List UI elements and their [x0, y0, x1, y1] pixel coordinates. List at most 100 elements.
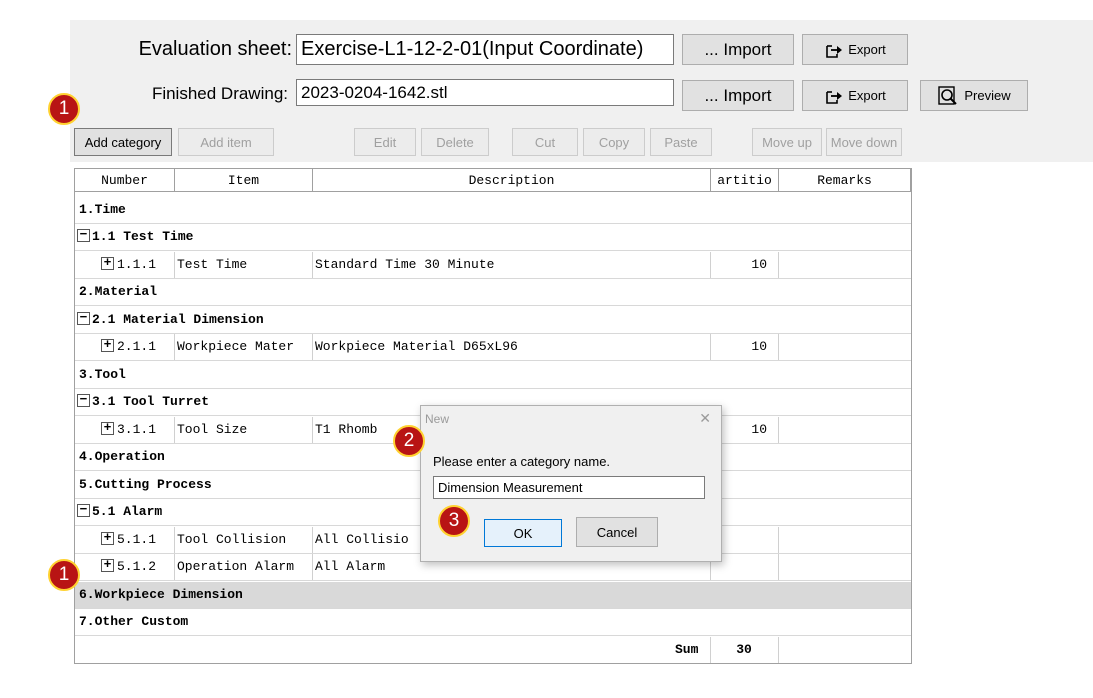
category-name-input[interactable]: Dimension Measurement [433, 476, 705, 499]
row-number: 7.Other Custom [79, 614, 189, 629]
sum-label: Sum [675, 642, 699, 657]
drawing-label: Finished Drawing: [151, 84, 288, 103]
row-number: 5.1.1 [117, 532, 157, 547]
eval-import-label: ... Import [704, 39, 772, 59]
ok-label: OK [513, 525, 533, 541]
table-row[interactable]: + 2.1.1 Workpiece Mater Workpiece Materi… [75, 334, 911, 361]
table-row[interactable]: 7.Other Custom [75, 609, 911, 636]
collapse-icon[interactable]: − [77, 311, 90, 325]
delete-label: Delete [436, 134, 474, 150]
eval-sheet-field[interactable]: Exercise-L1-12-2-01(Input Coordinate) [296, 34, 674, 65]
row-description: All Alarm [315, 559, 386, 574]
col-divider [312, 527, 313, 553]
col-header-partition[interactable]: artitio [711, 169, 779, 192]
move-up-label: Move up [762, 134, 812, 150]
col-divider [174, 252, 175, 278]
col-divider [778, 252, 779, 278]
row-number: 6.Workpiece Dimension [79, 587, 243, 602]
preview-label: Preview [964, 88, 1011, 103]
table-row[interactable]: 3.Tool [75, 362, 911, 389]
sum-row: Sum 30 [75, 637, 911, 664]
collapse-icon[interactable]: − [77, 228, 90, 242]
drawing-export-label: Export [848, 88, 886, 103]
edit-button[interactable]: Edit [354, 128, 416, 156]
col-header-item[interactable]: Item [175, 169, 313, 192]
paste-button[interactable]: Paste [650, 128, 712, 156]
drawing-field[interactable]: 2023-0204-1642.stl [296, 79, 674, 106]
col-divider [778, 554, 779, 580]
step-badge-1: 1 [48, 93, 80, 125]
row-number: 5.1.2 [117, 559, 157, 574]
row-description: T1 Rhomb [315, 422, 378, 437]
table-row-selected[interactable]: 6.Workpiece Dimension [75, 582, 911, 609]
row-description: All Collisio [315, 532, 409, 547]
eval-import-button[interactable]: ... Import [682, 34, 794, 65]
expand-icon[interactable]: + [101, 558, 114, 572]
table-row[interactable]: − 1.1 Test Time [75, 224, 911, 251]
row-number: 2.Material [79, 284, 158, 299]
move-up-button[interactable]: Move up [752, 128, 822, 156]
eval-sheet-label: Evaluation sheet: [138, 38, 292, 60]
col-divider [778, 637, 779, 663]
row-number: 2.1.1 [117, 339, 157, 354]
dialog-title: New [425, 412, 450, 426]
copy-button[interactable]: Copy [583, 128, 645, 156]
row-value: 10 [751, 339, 767, 354]
export-icon [826, 44, 843, 58]
add-category-button[interactable]: Add category [74, 128, 172, 156]
expand-icon[interactable]: + [101, 531, 114, 545]
table-row[interactable]: + 1.1.1 Test Time Standard Time 30 Minut… [75, 252, 911, 279]
row-number: 3.1 Tool Turret [92, 394, 210, 409]
row-value: 10 [751, 257, 767, 272]
table-row[interactable]: 1.Time [75, 197, 911, 224]
row-number: 3.1.1 [117, 422, 157, 437]
move-down-label: Move down [830, 134, 898, 150]
row-item: Tool Collision [177, 532, 287, 547]
close-icon[interactable]: ✕ [699, 410, 711, 427]
col-divider [174, 554, 175, 580]
add-item-button[interactable]: Add item [178, 128, 274, 156]
expand-icon[interactable]: + [101, 256, 114, 270]
drawing-import-label: ... Import [704, 85, 772, 105]
drawing-import-button[interactable]: ... Import [682, 80, 794, 111]
expand-icon[interactable]: + [101, 421, 114, 435]
table-row[interactable]: 2.Material [75, 279, 911, 306]
col-header-number[interactable]: Number [75, 169, 175, 192]
drawing-export-button[interactable]: Export [802, 80, 908, 111]
collapse-icon[interactable]: − [77, 393, 90, 407]
expand-icon[interactable]: + [101, 338, 114, 352]
paste-label: Paste [664, 134, 698, 150]
move-down-button[interactable]: Move down [826, 128, 902, 156]
ok-button[interactable]: OK [484, 519, 562, 547]
add-item-label: Add item [200, 134, 252, 150]
col-divider [312, 554, 313, 580]
cancel-button[interactable]: Cancel [576, 517, 658, 547]
dialog-prompt: Please enter a category name. [433, 454, 611, 469]
col-divider [778, 527, 779, 553]
row-number: 1.Time [79, 202, 126, 217]
row-number: 5.Cutting Process [79, 477, 212, 492]
col-divider [312, 252, 313, 278]
new-category-dialog[interactable]: New ✕ Please enter a category name. Dime… [420, 405, 722, 562]
row-item: Test Time [177, 257, 248, 272]
row-number: 1.1.1 [117, 257, 157, 272]
row-description: Workpiece Material D65xL96 [315, 339, 518, 354]
table-row[interactable]: − 2.1 Material Dimension [75, 307, 911, 334]
row-item: Operation Alarm [177, 559, 295, 574]
sum-value: 30 [736, 642, 752, 657]
delete-button[interactable]: Delete [421, 128, 489, 156]
copy-label: Copy [598, 134, 630, 150]
export-icon [826, 90, 843, 104]
row-number: 5.1 Alarm [92, 504, 163, 519]
row-number: 4.Operation [79, 449, 165, 464]
eval-export-button[interactable]: Export [802, 34, 908, 65]
table-header: Number Item Description artitio Remarks [75, 169, 911, 193]
preview-button[interactable]: Preview [920, 80, 1028, 111]
col-divider [312, 417, 313, 443]
col-header-remarks[interactable]: Remarks [779, 169, 911, 192]
col-divider [174, 417, 175, 443]
col-divider [778, 417, 779, 443]
collapse-icon[interactable]: − [77, 503, 90, 517]
cut-button[interactable]: Cut [512, 128, 578, 156]
col-header-description[interactable]: Description [313, 169, 711, 192]
